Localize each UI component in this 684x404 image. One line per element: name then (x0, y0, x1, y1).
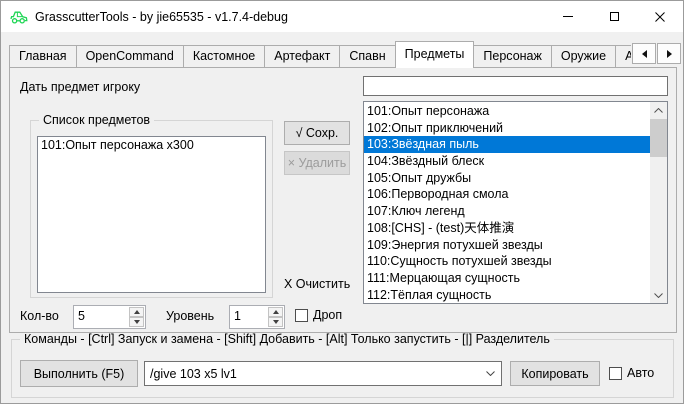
level-label: Уровень (166, 309, 214, 323)
minimize-icon (563, 16, 573, 17)
titlebar: GrasscutterTools - by jie65535 - v1.7.4-… (1, 1, 683, 32)
run-button[interactable]: Выполнить (F5) (20, 360, 138, 387)
combo-dropdown-button[interactable] (480, 362, 501, 385)
minimize-button[interactable] (545, 1, 591, 32)
maximize-button[interactable] (591, 1, 637, 32)
list-item[interactable]: 104:Звёздный блеск (364, 153, 650, 170)
scrollbar-up-button[interactable] (650, 102, 667, 118)
tab-character[interactable]: Персонаж (473, 45, 551, 68)
count-label: Кол-во (20, 309, 59, 323)
tab-scroll-left-button[interactable] (632, 43, 656, 64)
list-item[interactable]: 106:Первородная смола (364, 186, 650, 203)
list-item[interactable]: 110:Сущность потухшей звезды (364, 253, 650, 270)
tab-scroll-right-button[interactable] (657, 43, 681, 64)
auto-checkbox-label: Авто (627, 366, 654, 380)
list-item[interactable]: 108:[CHS] - (test)天体推演 (364, 220, 650, 237)
drop-checkbox[interactable]: Дроп (295, 308, 342, 322)
up-arrow-icon (134, 310, 140, 314)
level-spinner-down-button[interactable] (268, 317, 283, 327)
saved-items-group-title: Список предметов (39, 113, 154, 127)
commands-group: Команды - [Ctrl] Запуск и замена - [Shif… (11, 339, 674, 398)
list-item[interactable]: 111:Мерцающая сущность (364, 270, 650, 287)
list-item[interactable]: 107:Ключ легенд (364, 203, 650, 220)
delete-button[interactable]: × Удалить (284, 151, 350, 175)
level-value[interactable]: 1 (234, 309, 241, 323)
list-item[interactable]: 109:Энергия потухшей звезды (364, 237, 650, 254)
maximize-icon (610, 12, 619, 21)
tab-account[interactable]: Аккаунт (615, 45, 631, 68)
chevron-down-icon (486, 371, 495, 376)
count-spinner-down-button[interactable] (129, 317, 144, 327)
checkbox-box-icon[interactable] (295, 309, 308, 322)
level-spinner-up-button[interactable] (268, 307, 283, 317)
tab-page-items: Дать предмет игроку Список предметов 101… (9, 67, 677, 333)
scrollbar-thumb[interactable] (650, 119, 667, 157)
app-window: GrasscutterTools - by jie65535 - v1.7.4-… (0, 0, 684, 404)
list-item[interactable]: 101:Опыт персонажа (364, 103, 650, 120)
saved-items-group: Список предметов 101:Опыт персонажа x300 (30, 120, 273, 298)
left-arrow-icon (642, 50, 647, 58)
list-item[interactable]: 102:Опыт приключений (364, 120, 650, 137)
list-item[interactable]: 112:Тёплая сущность (364, 287, 650, 304)
tab-items[interactable]: Предметы (395, 41, 475, 68)
down-arrow-icon (134, 320, 140, 324)
tab-bar: Главная OpenCommand Кастомное Артефакт С… (9, 41, 631, 68)
tab-artifact[interactable]: Артефакт (264, 45, 340, 68)
save-button[interactable]: √ Сохр. (284, 121, 350, 145)
tab-scroll-buttons (631, 43, 681, 64)
level-spinner[interactable]: 1 (229, 305, 285, 329)
window-title: GrasscutterTools - by jie65535 - v1.7.4-… (35, 10, 288, 24)
command-input[interactable] (145, 362, 480, 385)
list-item[interactable]: 105:Опыт дружбы (364, 170, 650, 187)
saved-list-item[interactable]: 101:Опыт персонажа x300 (38, 137, 265, 154)
close-icon (655, 12, 665, 22)
copy-button[interactable]: Копировать (510, 361, 600, 386)
catalog-scrollbar[interactable] (650, 102, 667, 303)
count-spinner[interactable]: 5 (73, 305, 146, 329)
down-arrow-icon (273, 320, 279, 324)
up-arrow-icon (273, 310, 279, 314)
item-catalog-list: 101:Опыт персонажа 102:Опыт приключений … (363, 101, 668, 304)
command-combobox[interactable] (144, 361, 502, 386)
right-arrow-icon (667, 50, 672, 58)
list-item-selected[interactable]: 103:Звёздная пыль (364, 136, 650, 153)
count-spinner-up-button[interactable] (129, 307, 144, 317)
drop-checkbox-label: Дроп (313, 308, 342, 322)
saved-items-list[interactable]: 101:Опыт персонажа x300 (37, 136, 266, 293)
chevron-down-icon (654, 293, 663, 298)
commands-group-title: Команды - [Ctrl] Запуск и замена - [Shif… (20, 332, 554, 346)
tab-custom[interactable]: Кастомное (183, 45, 265, 68)
close-button[interactable] (637, 1, 683, 32)
tab-opencommand[interactable]: OpenCommand (76, 45, 184, 68)
app-icon (9, 9, 29, 25)
tab-weapon[interactable]: Оружие (551, 45, 616, 68)
item-search-input[interactable] (363, 76, 668, 96)
window-controls (545, 1, 683, 32)
chevron-up-icon (654, 108, 663, 113)
checkbox-box-icon[interactable] (609, 367, 622, 380)
give-item-label: Дать предмет игроку (20, 80, 140, 94)
tab-spawn[interactable]: Спавн (339, 45, 395, 68)
scrollbar-down-button[interactable] (650, 287, 667, 303)
clear-button[interactable]: X Очистить (284, 277, 350, 291)
tab-home[interactable]: Главная (9, 45, 77, 68)
auto-checkbox[interactable]: Авто (609, 366, 654, 380)
count-value[interactable]: 5 (78, 309, 85, 323)
